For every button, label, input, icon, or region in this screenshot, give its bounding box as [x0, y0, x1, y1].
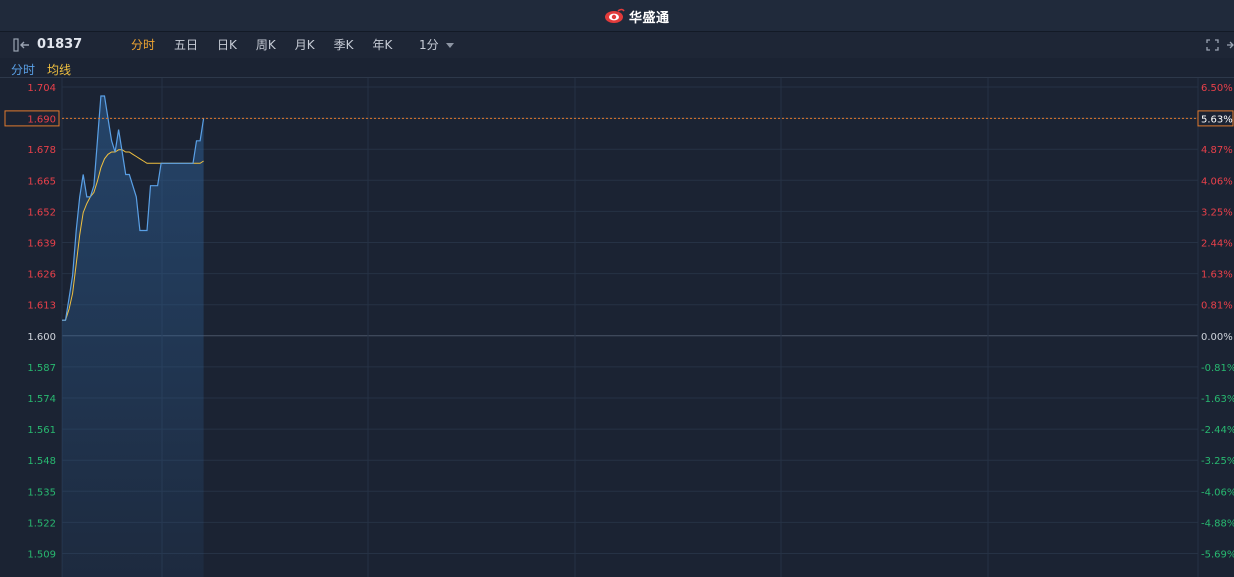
- y-tick-left: 1.652: [27, 207, 56, 218]
- y-tick-right: 3.25%: [1201, 207, 1233, 218]
- y-tick-left: 1.561: [27, 425, 56, 436]
- y-tick-right: 4.87%: [1201, 145, 1233, 156]
- period-tabs: 分时 五日 日K 周K 月K 季K 年K: [124, 32, 404, 58]
- chart-toolbar: 01837 分时 五日 日K 周K 月K 季K 年K 1分: [0, 32, 1234, 58]
- y-tick-right: 2.44%: [1201, 239, 1233, 250]
- brand-name: 华盛通: [629, 10, 670, 26]
- price-area: [62, 96, 204, 577]
- y-tick-right: 4.06%: [1201, 176, 1233, 187]
- y-tick-right: -0.81%: [1201, 363, 1234, 374]
- y-tick-left: 1.509: [27, 550, 56, 561]
- legend-price-label: 分时: [11, 63, 36, 77]
- tab-monthly-k[interactable]: 月K: [288, 32, 322, 58]
- tab-daily-k[interactable]: 日K: [210, 32, 244, 58]
- chevron-down-icon: [445, 43, 454, 48]
- tab-intraday[interactable]: 分时: [124, 32, 162, 58]
- y-tick-right: 1.63%: [1201, 270, 1233, 281]
- fullscreen-icon[interactable]: [1206, 39, 1219, 51]
- y-tick-right: -5.69%: [1201, 550, 1234, 561]
- y-tick-right: -1.63%: [1201, 394, 1234, 405]
- y-tick-right: 0.00%: [1201, 332, 1233, 343]
- intraday-chart: 1.704 1.690 1.678 1.665 1.652 1.639 1.626 1.613…: [4, 78, 1234, 577]
- brand-logo: 华盛通: [603, 6, 670, 26]
- y-tick-left: 1.626: [27, 270, 56, 281]
- y-tick-right: 0.81%: [1201, 301, 1233, 312]
- tab-yearly-k[interactable]: 年K: [366, 32, 400, 58]
- y-tick-left: 1.535: [27, 487, 56, 498]
- y-tick-right: -2.44%: [1201, 425, 1234, 436]
- expand-arrow-icon[interactable]: [1226, 39, 1234, 51]
- y-tick-right: -4.06%: [1201, 487, 1234, 498]
- current-price-label: 1.690: [27, 114, 56, 125]
- y-tick-left: 1.704: [27, 83, 56, 94]
- interval-value: 1分: [419, 38, 439, 52]
- chart-legend: 分时 均线: [0, 59, 1234, 78]
- y-tick-right: 6.50%: [1201, 83, 1233, 94]
- current-pct-label: 5.63%: [1201, 114, 1233, 125]
- collapse-panel-icon[interactable]: [13, 38, 31, 52]
- y-tick-right: -4.88%: [1201, 518, 1234, 529]
- tab-five-day[interactable]: 五日: [167, 32, 205, 58]
- y-tick-left: 1.600: [27, 332, 56, 343]
- title-bar: 华盛通: [0, 0, 1234, 32]
- y-tick-left: 1.613: [27, 301, 56, 312]
- y-tick-left: 1.639: [27, 239, 56, 250]
- y-tick-right: -3.25%: [1201, 456, 1234, 467]
- y-tick-left: 1.587: [27, 363, 56, 374]
- stock-code: 01837: [37, 37, 83, 52]
- interval-dropdown[interactable]: 1分: [419, 32, 454, 58]
- y-tick-left: 1.574: [27, 394, 56, 405]
- tab-weekly-k[interactable]: 周K: [249, 32, 283, 58]
- y-tick-left: 1.678: [27, 145, 56, 156]
- legend-avg-label: 均线: [47, 63, 72, 77]
- y-tick-left: 1.522: [27, 518, 56, 529]
- brand-eye-icon: [605, 8, 625, 23]
- y-tick-left: 1.665: [27, 176, 56, 187]
- tab-quarterly-k[interactable]: 季K: [327, 32, 361, 58]
- y-tick-left: 1.548: [27, 456, 56, 467]
